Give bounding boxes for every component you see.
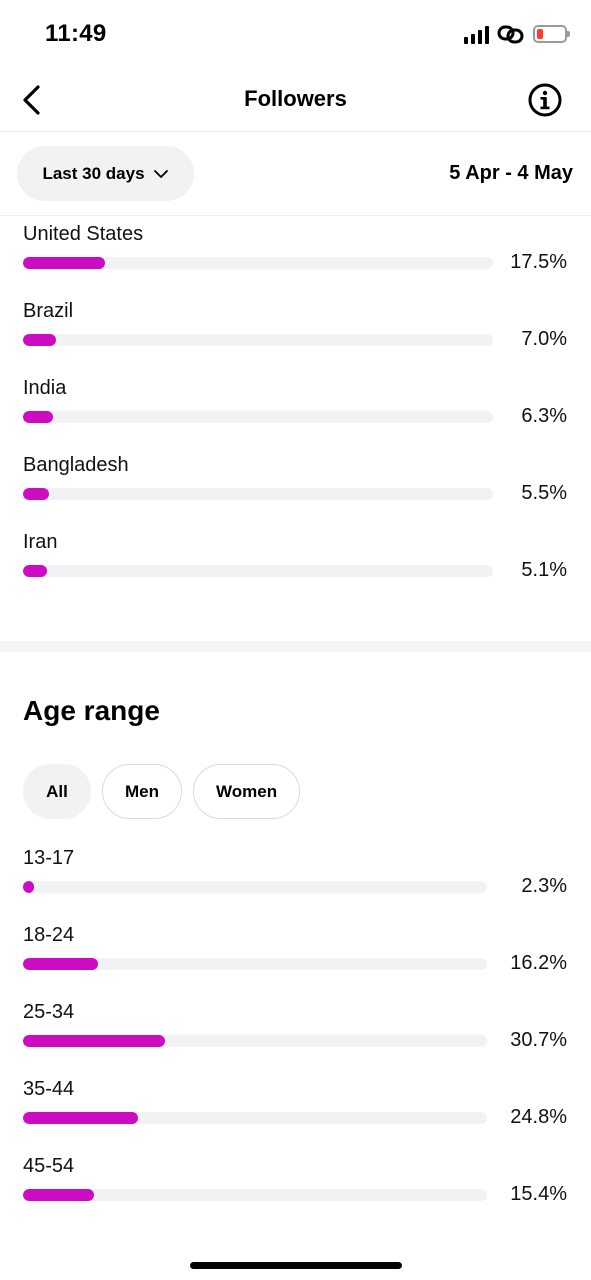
bar-fill bbox=[23, 565, 47, 577]
bar-track bbox=[23, 334, 493, 346]
filter-row: Last 30 days 5 Apr - 4 May bbox=[0, 132, 591, 216]
chevron-down-icon bbox=[153, 169, 168, 178]
info-button[interactable] bbox=[527, 82, 563, 118]
age-percentage: 15.4% bbox=[510, 1183, 567, 1205]
country-label: United States bbox=[23, 223, 144, 245]
country-row: United States 17.5% bbox=[0, 223, 591, 293]
age-row: 13-17 2.3% bbox=[0, 847, 591, 917]
bar-fill bbox=[23, 958, 99, 970]
country-percentage: 7.0% bbox=[521, 328, 567, 350]
age-row: 25-34 30.7% bbox=[0, 1001, 591, 1071]
info-circle-icon bbox=[528, 83, 562, 117]
link-icon bbox=[497, 25, 524, 44]
date-range-dropdown[interactable]: Last 30 days bbox=[17, 146, 194, 201]
country-percentage: 5.1% bbox=[521, 559, 567, 581]
age-label: 25-34 bbox=[23, 1001, 75, 1023]
bar-fill bbox=[23, 1035, 166, 1047]
country-percentage: 6.3% bbox=[521, 405, 567, 427]
country-percentage: 5.5% bbox=[521, 482, 567, 504]
bar-track bbox=[23, 1112, 487, 1124]
country-label: India bbox=[23, 377, 67, 399]
age-label: 13-17 bbox=[23, 847, 75, 869]
status-time: 11:49 bbox=[45, 20, 107, 47]
status-icons bbox=[464, 24, 570, 44]
section-divider bbox=[0, 641, 591, 652]
bar-fill bbox=[23, 334, 56, 346]
country-label: Bangladesh bbox=[23, 454, 129, 476]
gender-filter-chips: All Men Women bbox=[23, 764, 301, 819]
age-percentage: 2.3% bbox=[521, 875, 567, 897]
home-indicator[interactable] bbox=[190, 1262, 402, 1269]
nav-header: Followers bbox=[0, 68, 591, 132]
country-row: Brazil 7.0% bbox=[0, 300, 591, 370]
age-label: 18-24 bbox=[23, 924, 75, 946]
country-row: India 6.3% bbox=[0, 377, 591, 447]
country-label: Iran bbox=[23, 531, 58, 553]
bar-fill bbox=[23, 488, 49, 500]
date-range-dropdown-label: Last 30 days bbox=[42, 163, 145, 183]
bar-track bbox=[23, 1189, 487, 1201]
age-percentage: 24.8% bbox=[510, 1106, 567, 1128]
age-row: 35-44 24.8% bbox=[0, 1078, 591, 1148]
bar-track bbox=[23, 1035, 487, 1047]
bar-fill bbox=[23, 881, 34, 893]
chip-men[interactable]: Men bbox=[102, 764, 182, 819]
cellular-signal-icon bbox=[464, 24, 489, 44]
bar-fill bbox=[23, 1189, 95, 1201]
age-percentage: 16.2% bbox=[510, 952, 567, 974]
bar-track bbox=[23, 411, 493, 423]
age-percentage: 30.7% bbox=[510, 1029, 567, 1051]
bar-track bbox=[23, 881, 487, 893]
country-percentage: 17.5% bbox=[510, 251, 567, 273]
country-row: Iran 5.1% bbox=[0, 531, 591, 601]
date-range-text: 5 Apr - 4 May bbox=[449, 162, 573, 184]
country-row: Bangladesh 5.5% bbox=[0, 454, 591, 524]
age-label: 45-54 bbox=[23, 1155, 75, 1177]
bar-track bbox=[23, 257, 493, 269]
chip-all[interactable]: All bbox=[23, 764, 91, 819]
bar-fill bbox=[23, 257, 106, 269]
page-title: Followers bbox=[244, 86, 347, 111]
country-label: Brazil bbox=[23, 300, 74, 322]
battery-icon bbox=[533, 25, 570, 43]
status-bar: 11:49 bbox=[0, 0, 591, 68]
bar-track bbox=[23, 488, 493, 500]
age-label: 35-44 bbox=[23, 1078, 75, 1100]
followers-screen: 11:49 Followers Last 30 days 5 Apr - 4 M… bbox=[0, 0, 591, 1280]
bar-fill bbox=[23, 411, 53, 423]
age-range-heading: Age range bbox=[23, 695, 160, 726]
bar-track bbox=[23, 565, 493, 577]
age-row: 45-54 15.4% bbox=[0, 1155, 591, 1225]
bar-track bbox=[23, 958, 487, 970]
chip-women[interactable]: Women bbox=[193, 764, 301, 819]
bar-fill bbox=[23, 1112, 139, 1124]
age-row: 18-24 16.2% bbox=[0, 924, 591, 994]
